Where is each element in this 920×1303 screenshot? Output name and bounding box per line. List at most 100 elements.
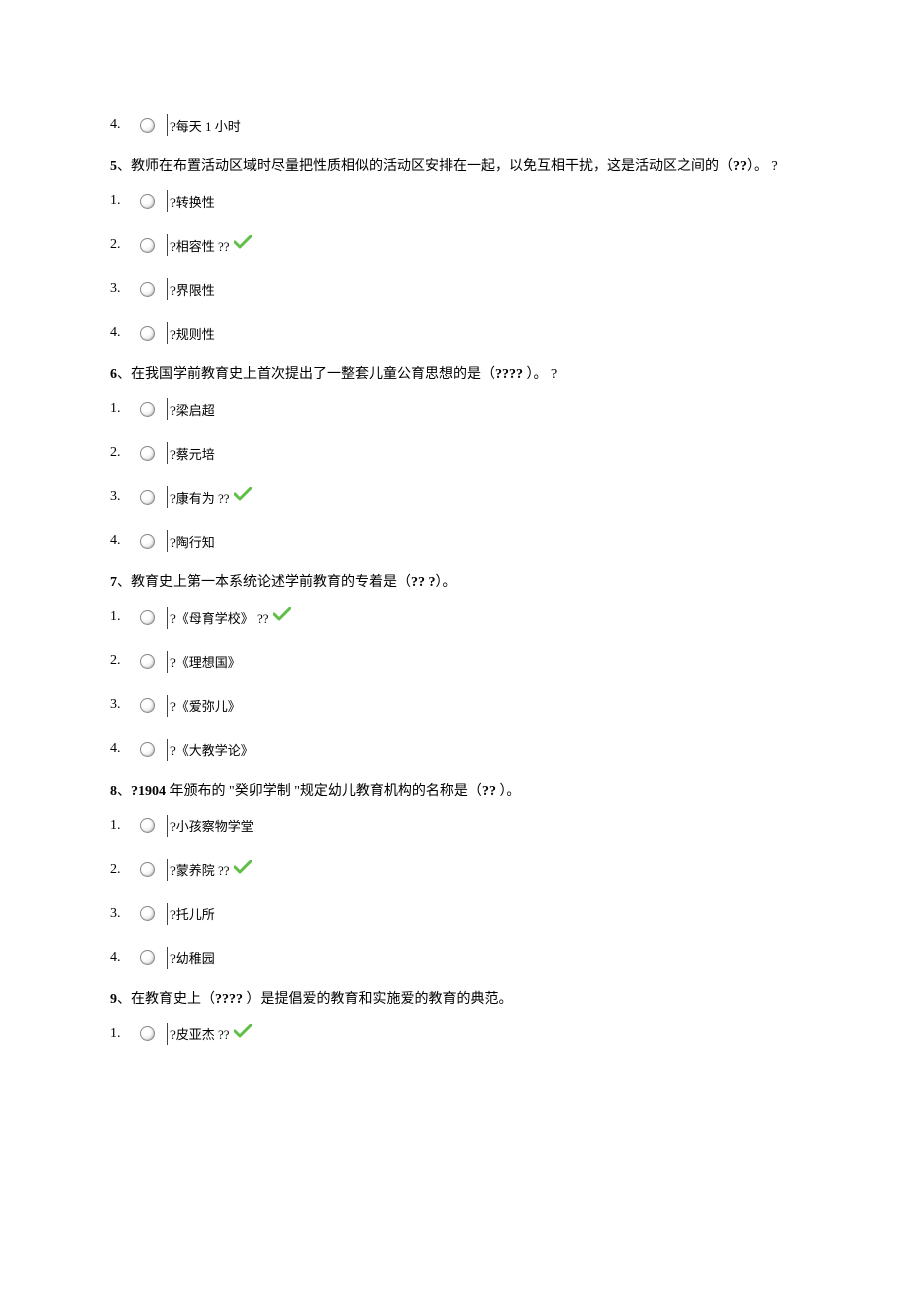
- cursor-bar-icon: [167, 739, 168, 761]
- question-5-stem: 5、教师在布置活动区域时尽量把性质相似的活动区安排在一起，以免互相干扰，这是活动…: [110, 158, 810, 176]
- option-row[interactable]: 4. ?幼稚园: [110, 947, 810, 969]
- question-separator: 、: [117, 159, 131, 174]
- option-text: ?康有为 ??: [170, 487, 230, 508]
- option-text: ?《母育学校》 ??: [170, 607, 269, 628]
- checkmark-icon: [234, 235, 252, 255]
- option-row[interactable]: 3. ?《爱弥儿》: [110, 695, 810, 717]
- cursor-bar-icon: [167, 607, 168, 629]
- checkmark-icon: [234, 860, 252, 880]
- option-text: ?转换性: [170, 191, 215, 212]
- cursor-bar-icon: [167, 114, 168, 136]
- option-row[interactable]: 2. ?蒙养院 ??: [110, 859, 810, 881]
- option-number: 1.: [110, 608, 136, 626]
- radio-icon[interactable]: [140, 698, 155, 713]
- radio-icon[interactable]: [140, 950, 155, 965]
- radio-icon[interactable]: [140, 238, 155, 253]
- option-text: ?蔡元培: [170, 443, 215, 464]
- option-row[interactable]: 3. ?界限性: [110, 278, 810, 300]
- radio-icon[interactable]: [140, 610, 155, 625]
- question-7-options: 1. ?《母育学校》 ?? 2. ?《理想国》 3. ?《爱弥儿》 4. ?《大…: [110, 607, 810, 761]
- radio-icon[interactable]: [140, 282, 155, 297]
- cursor-bar-icon: [167, 486, 168, 508]
- option-row[interactable]: 4. ?陶行知: [110, 530, 810, 552]
- question-8-options: 1. ?小孩察物学堂 2. ?蒙养院 ?? 3. ?托儿所 4. ?幼稚园: [110, 815, 810, 969]
- option-number: 2.: [110, 444, 136, 462]
- question-9-stem: 9、在教育史上（ ???? ）是提倡爱的教育和实施爱的教育的典范。: [110, 991, 810, 1009]
- option-number: 4.: [110, 116, 136, 134]
- radio-icon[interactable]: [140, 326, 155, 341]
- radio-icon[interactable]: [140, 818, 155, 833]
- option-row[interactable]: 1. ?《母育学校》 ??: [110, 607, 810, 629]
- question-text-b: ????: [215, 992, 243, 1007]
- option-number: 3.: [110, 488, 136, 506]
- option-row[interactable]: 4. ?每天 1 小时: [110, 114, 810, 136]
- radio-icon[interactable]: [140, 862, 155, 877]
- question-text-c: ）。: [496, 784, 521, 799]
- question-number: 6: [110, 367, 117, 382]
- question-6-options: 1. ?梁启超 2. ?蔡元培 3. ?康有为 ?? 4. ?陶行知: [110, 398, 810, 552]
- cursor-bar-icon: [167, 278, 168, 300]
- cursor-bar-icon: [167, 442, 168, 464]
- option-row[interactable]: 4. ?规则性: [110, 322, 810, 344]
- option-text: ?小孩察物学堂: [170, 815, 254, 836]
- radio-icon[interactable]: [140, 742, 155, 757]
- option-number: 3.: [110, 696, 136, 714]
- option-number: 1.: [110, 192, 136, 210]
- question-text-c: ）。 ?: [747, 159, 778, 174]
- question-text-b: ??: [482, 784, 496, 799]
- radio-icon[interactable]: [140, 534, 155, 549]
- question-6-stem: 6、在我国学前教育史上首次提出了一整套儿童公育思想的是（ ???? ）。 ?: [110, 366, 810, 384]
- question-text-b: ?? ?: [411, 575, 436, 590]
- cursor-bar-icon: [167, 903, 168, 925]
- radio-icon[interactable]: [140, 490, 155, 505]
- option-row[interactable]: 1. ?转换性: [110, 190, 810, 212]
- option-text: ?《理想国》: [170, 651, 241, 672]
- option-row[interactable]: 3. ?托儿所: [110, 903, 810, 925]
- question-text-c: ）是提倡爱的教育和实施爱的教育的典范。: [243, 992, 513, 1007]
- cursor-bar-icon: [167, 530, 168, 552]
- question-5-options: 1. ?转换性 2. ?相容性 ?? 3. ?界限性 4. ?规则性: [110, 190, 810, 344]
- radio-icon[interactable]: [140, 402, 155, 417]
- option-row[interactable]: 1. ?梁启超: [110, 398, 810, 420]
- radio-icon[interactable]: [140, 1026, 155, 1041]
- option-row[interactable]: 2. ?蔡元培: [110, 442, 810, 464]
- option-row[interactable]: 1. ?小孩察物学堂: [110, 815, 810, 837]
- question-text-a: 在我国学前教育史上首次提出了一整套儿童公育思想的是（: [131, 367, 495, 382]
- option-row[interactable]: 1. ?皮亚杰 ??: [110, 1023, 810, 1045]
- question-text-a: 在教育史上（: [131, 992, 215, 1007]
- option-row[interactable]: 4. ?《大教学论》: [110, 739, 810, 761]
- question-7-stem: 7、教育史上第一本系统论述学前教育的专着是（ ?? ?）。: [110, 574, 810, 592]
- option-text: ?每天 1 小时: [170, 115, 241, 136]
- option-number: 3.: [110, 905, 136, 923]
- question-9-options: 1. ?皮亚杰 ??: [110, 1023, 810, 1045]
- radio-icon[interactable]: [140, 446, 155, 461]
- option-text: ?陶行知: [170, 531, 215, 552]
- cursor-bar-icon: [167, 695, 168, 717]
- option-text: ?相容性 ??: [170, 235, 230, 256]
- question-text-b: ??: [733, 159, 747, 174]
- option-text: ?《大教学论》: [170, 739, 254, 760]
- checkmark-icon: [273, 607, 291, 627]
- option-text: ?梁启超: [170, 399, 215, 420]
- option-row[interactable]: 3. ?康有为 ??: [110, 486, 810, 508]
- option-text: ?界限性: [170, 279, 215, 300]
- cursor-bar-icon: [167, 322, 168, 344]
- cursor-bar-icon: [167, 815, 168, 837]
- cursor-bar-icon: [167, 859, 168, 881]
- option-number: 4.: [110, 740, 136, 758]
- question-separator: 、: [117, 575, 131, 590]
- checkmark-icon: [234, 487, 252, 507]
- cursor-bar-icon: [167, 947, 168, 969]
- checkmark-icon: [234, 1024, 252, 1044]
- option-text: ?规则性: [170, 323, 215, 344]
- radio-icon[interactable]: [140, 194, 155, 209]
- option-number: 2.: [110, 236, 136, 254]
- radio-icon[interactable]: [140, 654, 155, 669]
- option-text: ?托儿所: [170, 903, 215, 924]
- option-row[interactable]: 2. ?《理想国》: [110, 651, 810, 673]
- option-row[interactable]: 2. ?相容性 ??: [110, 234, 810, 256]
- radio-icon[interactable]: [140, 118, 155, 133]
- option-text: ?皮亚杰 ??: [170, 1023, 230, 1044]
- question-8-stem: 8、?1904 年颁布的 "癸卯学制 "规定幼儿教育机构的名称是（ ?? ）。: [110, 783, 810, 801]
- radio-icon[interactable]: [140, 906, 155, 921]
